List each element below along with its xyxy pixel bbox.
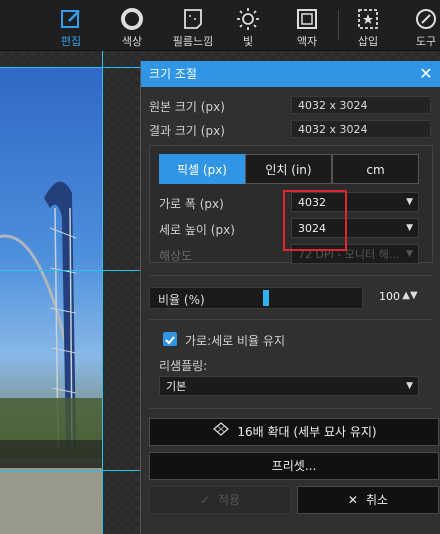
ratio-label: 비율 (%)	[158, 293, 205, 307]
tool-label: 빛	[242, 35, 254, 48]
chevron-down-icon: ▼	[406, 381, 413, 391]
resolution-label: 해상도	[159, 249, 193, 263]
divider	[149, 408, 433, 409]
top-toolbar: 편집 색상 필름느낌 빛 액자 삽입 도구	[0, 0, 440, 51]
checkmark-icon	[165, 336, 175, 345]
result-size-value: 4032 x 3024	[291, 120, 431, 138]
guide-line-top	[0, 67, 140, 68]
apply-button[interactable]: ✓ 적용	[149, 486, 291, 514]
keep-ratio-checkbox[interactable]	[163, 332, 177, 346]
upscale-button[interactable]: 16배 확대 (세부 묘사 유지)	[149, 418, 439, 446]
dialog-title-bar: 크기 조절 ✕	[141, 61, 440, 87]
original-size-value: 4032 x 3024	[291, 96, 431, 114]
tools-icon	[416, 9, 436, 29]
resampling-value: 기본	[166, 380, 187, 393]
keep-ratio-label: 가로:세로 비율 유지	[185, 334, 285, 348]
width-label: 가로 폭 (px)	[159, 197, 224, 211]
tool-label: 색상	[121, 35, 143, 48]
divider	[149, 319, 433, 320]
edit-icon	[61, 10, 80, 28]
tool-tools[interactable]: 도구	[398, 0, 440, 50]
resampling-select[interactable]: 기본 ▼	[159, 376, 419, 396]
frame-icon	[297, 9, 317, 29]
tool-edit[interactable]: 편집	[43, 0, 99, 50]
sun-icon	[237, 8, 259, 30]
toolbar-divider	[338, 10, 339, 40]
unit-tab-pixel[interactable]: 픽셀 (px)	[159, 154, 245, 184]
ratio-slider[interactable]: 비율 (%)	[149, 287, 363, 309]
dialog-title: 크기 조절	[149, 67, 197, 81]
unit-tab-inch[interactable]: 인치 (in)	[245, 154, 332, 184]
diamond-icon	[211, 419, 231, 446]
tool-frame[interactable]: 액자	[279, 0, 335, 50]
tool-light[interactable]: 빛	[220, 0, 276, 50]
chevron-up-down-icon: ▲▼	[402, 290, 418, 301]
film-icon	[184, 9, 202, 29]
upscale-label: 16배 확대 (세부 묘사 유지)	[237, 425, 377, 439]
tool-film[interactable]: 필름느낌	[165, 0, 221, 50]
check-icon: ✓	[199, 493, 210, 507]
resampling-label: 리샘플링:	[159, 359, 208, 373]
tool-label: 액자	[296, 35, 318, 48]
tool-label: 편집	[60, 35, 82, 48]
ratio-value: 100	[379, 290, 400, 303]
cancel-label: 취소	[365, 493, 389, 507]
close-icon[interactable]: ✕	[411, 61, 440, 87]
unit-tab-cm[interactable]: cm	[332, 154, 419, 184]
ratio-spinner[interactable]: ▲▼	[399, 290, 421, 306]
tool-label: 도구	[415, 35, 437, 48]
close-icon: ✕	[347, 493, 358, 507]
slider-thumb[interactable]	[263, 290, 269, 306]
highlight-box	[283, 190, 347, 251]
apply-label: 적용	[217, 493, 241, 507]
resize-dialog: 크기 조절 ✕ 원본 크기 (px) 4032 x 3024 결과 크기 (px…	[140, 61, 440, 534]
preset-button[interactable]: 프리셋...	[149, 452, 439, 480]
divider	[149, 275, 433, 276]
insert-star-icon	[358, 9, 378, 29]
height-label: 세로 높이 (px)	[159, 223, 235, 237]
original-size-label: 원본 크기 (px)	[149, 100, 225, 114]
chevron-down-icon: ▼	[406, 249, 413, 259]
chevron-down-icon: ▼	[406, 197, 413, 207]
chevron-down-icon: ▼	[406, 223, 413, 233]
tool-label: 필름느낌	[172, 35, 214, 48]
tool-label: 삽입	[357, 35, 379, 48]
guide-line-bottom	[0, 470, 140, 471]
result-size-label: 결과 크기 (px)	[149, 124, 225, 138]
cancel-button[interactable]: ✕ 취소	[297, 486, 439, 514]
photo-preview	[0, 68, 103, 534]
tool-insert[interactable]: 삽입	[340, 0, 396, 50]
guide-line-vertical	[102, 51, 103, 534]
guide-line-middle	[0, 270, 140, 271]
tool-color[interactable]: 색상	[104, 0, 160, 50]
color-circle-icon	[121, 8, 143, 30]
